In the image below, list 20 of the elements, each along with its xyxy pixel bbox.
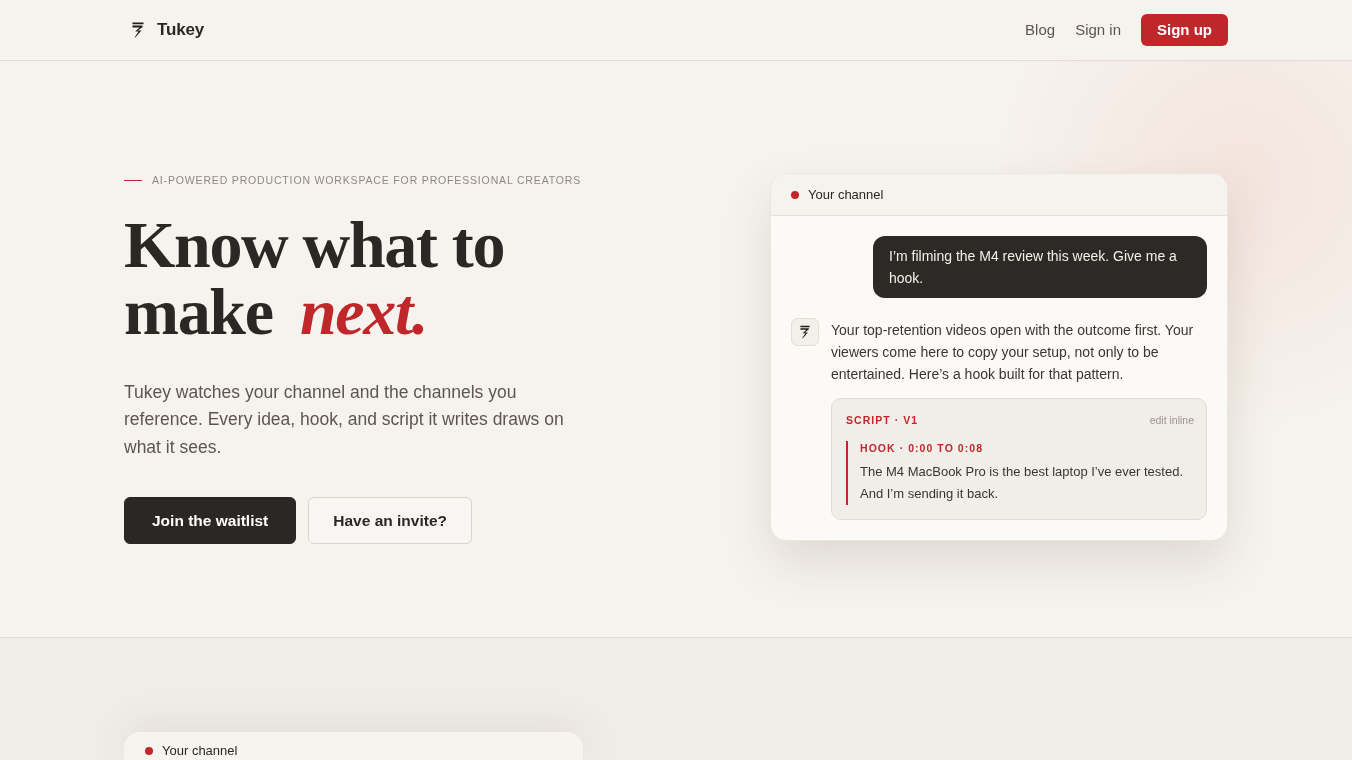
sign-up-button[interactable]: Sign up: [1141, 13, 1228, 47]
user-message: I’m filming the M4 review this week. Give me a hook.: [873, 236, 1207, 298]
invite-button[interactable]: Have an invite?: [308, 497, 472, 545]
hook-label: HOOK · 0:00 TO 0:08: [860, 440, 985, 456]
channel-label: Your channel: [808, 185, 884, 204]
hook-text: The M4 MacBook Pro is the best laptop I’ve ever tested. And I’m sending it back.: [860, 462, 1184, 503]
assistant-message: Your top-retention videos open with the outcome first. Your viewers come here to copy your setup, not only to be entertained. Here’s a hook built for that pattern.: [831, 321, 1195, 384]
logo-icon: [132, 22, 144, 38]
hero-description: Tukey watches your channel and the channels you reference. Every idea, hook, and script it writes draws on what it sees.: [124, 380, 565, 459]
script-label: SCRIPT · V1: [846, 413, 919, 428]
eyebrow-text: AI-POWERED PRODUCTION WORKSPACE FOR PROFESSIONAL CREATORS: [152, 173, 582, 188]
nav-link[interactable]: Blog: [1025, 18, 1056, 42]
channel-label: Your channel: [162, 743, 238, 759]
status-dot-icon: [145, 747, 153, 755]
hero-headline: Know what to make next.: [124, 210, 506, 345]
waitlist-button[interactable]: Join the waitlist: [124, 497, 297, 545]
logo-icon: [791, 318, 819, 346]
status-dot-icon: [791, 190, 799, 199]
nav-link[interactable]: Sign in: [1075, 18, 1121, 42]
brand-link[interactable]: Tukey: [124, 17, 205, 43]
